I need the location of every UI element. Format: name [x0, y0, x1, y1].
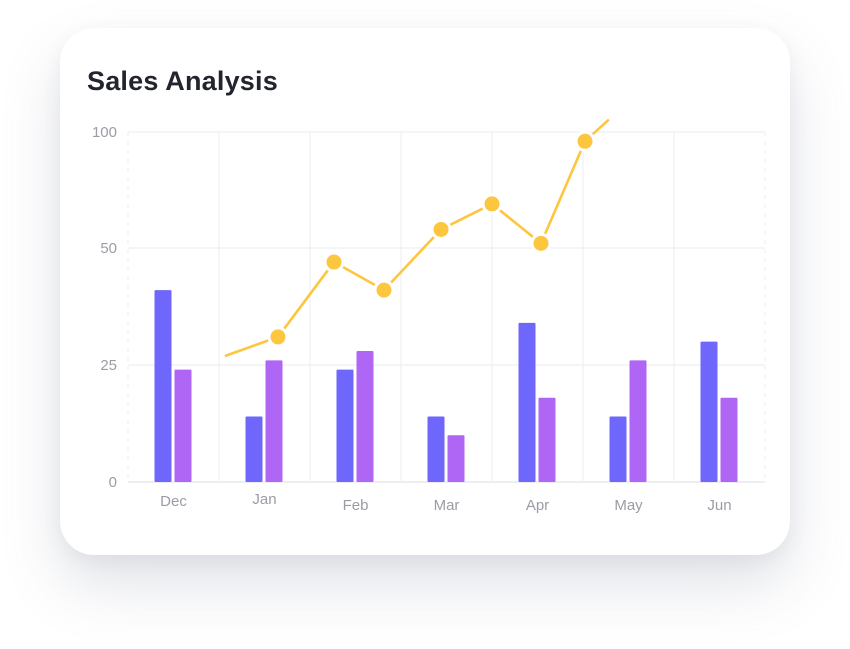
line-series — [224, 119, 610, 357]
line-point — [574, 130, 596, 152]
line-point — [267, 326, 289, 348]
bar-series-2 — [629, 360, 647, 482]
x-tick-label: Dec — [160, 493, 187, 510]
y-tick-label: 100 — [92, 124, 117, 141]
bar-series-2 — [447, 435, 465, 482]
line-point — [530, 232, 552, 254]
x-tick-label: Apr — [526, 497, 549, 514]
line-point — [430, 218, 452, 240]
bar-series-1 — [609, 416, 627, 482]
bar-series-1 — [245, 416, 263, 482]
bar-series-2 — [356, 350, 374, 482]
x-tick-label: Jan — [252, 491, 276, 508]
y-tick-label: 0 — [109, 474, 117, 491]
bar-series-2 — [720, 397, 738, 482]
x-axis: Dec Jan Feb Mar Apr May Jun — [160, 491, 731, 514]
bar-series-1 — [518, 322, 536, 482]
chart-grid — [127, 131, 766, 483]
sales-chart: 0 25 50 100 Dec Jan Feb Mar Apr May Jun — [92, 119, 766, 514]
line-point — [323, 251, 345, 273]
bar-series-2 — [538, 397, 556, 482]
bar-series-2 — [265, 360, 283, 482]
y-axis: 0 25 50 100 — [92, 124, 117, 491]
bar-series-1 — [700, 341, 718, 482]
y-tick-label: 50 — [100, 240, 117, 257]
bar-series-1 — [427, 416, 445, 482]
x-tick-label: May — [614, 497, 643, 514]
bar-series-1 — [154, 290, 172, 482]
sales-analysis-card: Sales Analysis 0 25 50 100 Dec Jan Feb Mar Apr M… — [60, 28, 790, 555]
x-tick-label: Jun — [707, 497, 731, 514]
bar-series-2 — [174, 369, 192, 482]
line-path — [224, 119, 610, 357]
bar-series-1 — [336, 369, 354, 482]
x-tick-label: Mar — [434, 497, 460, 514]
line-point — [373, 279, 395, 301]
y-tick-label: 25 — [100, 357, 117, 374]
line-point — [481, 193, 503, 215]
x-tick-label: Feb — [343, 497, 369, 514]
bar-series — [154, 290, 738, 482]
